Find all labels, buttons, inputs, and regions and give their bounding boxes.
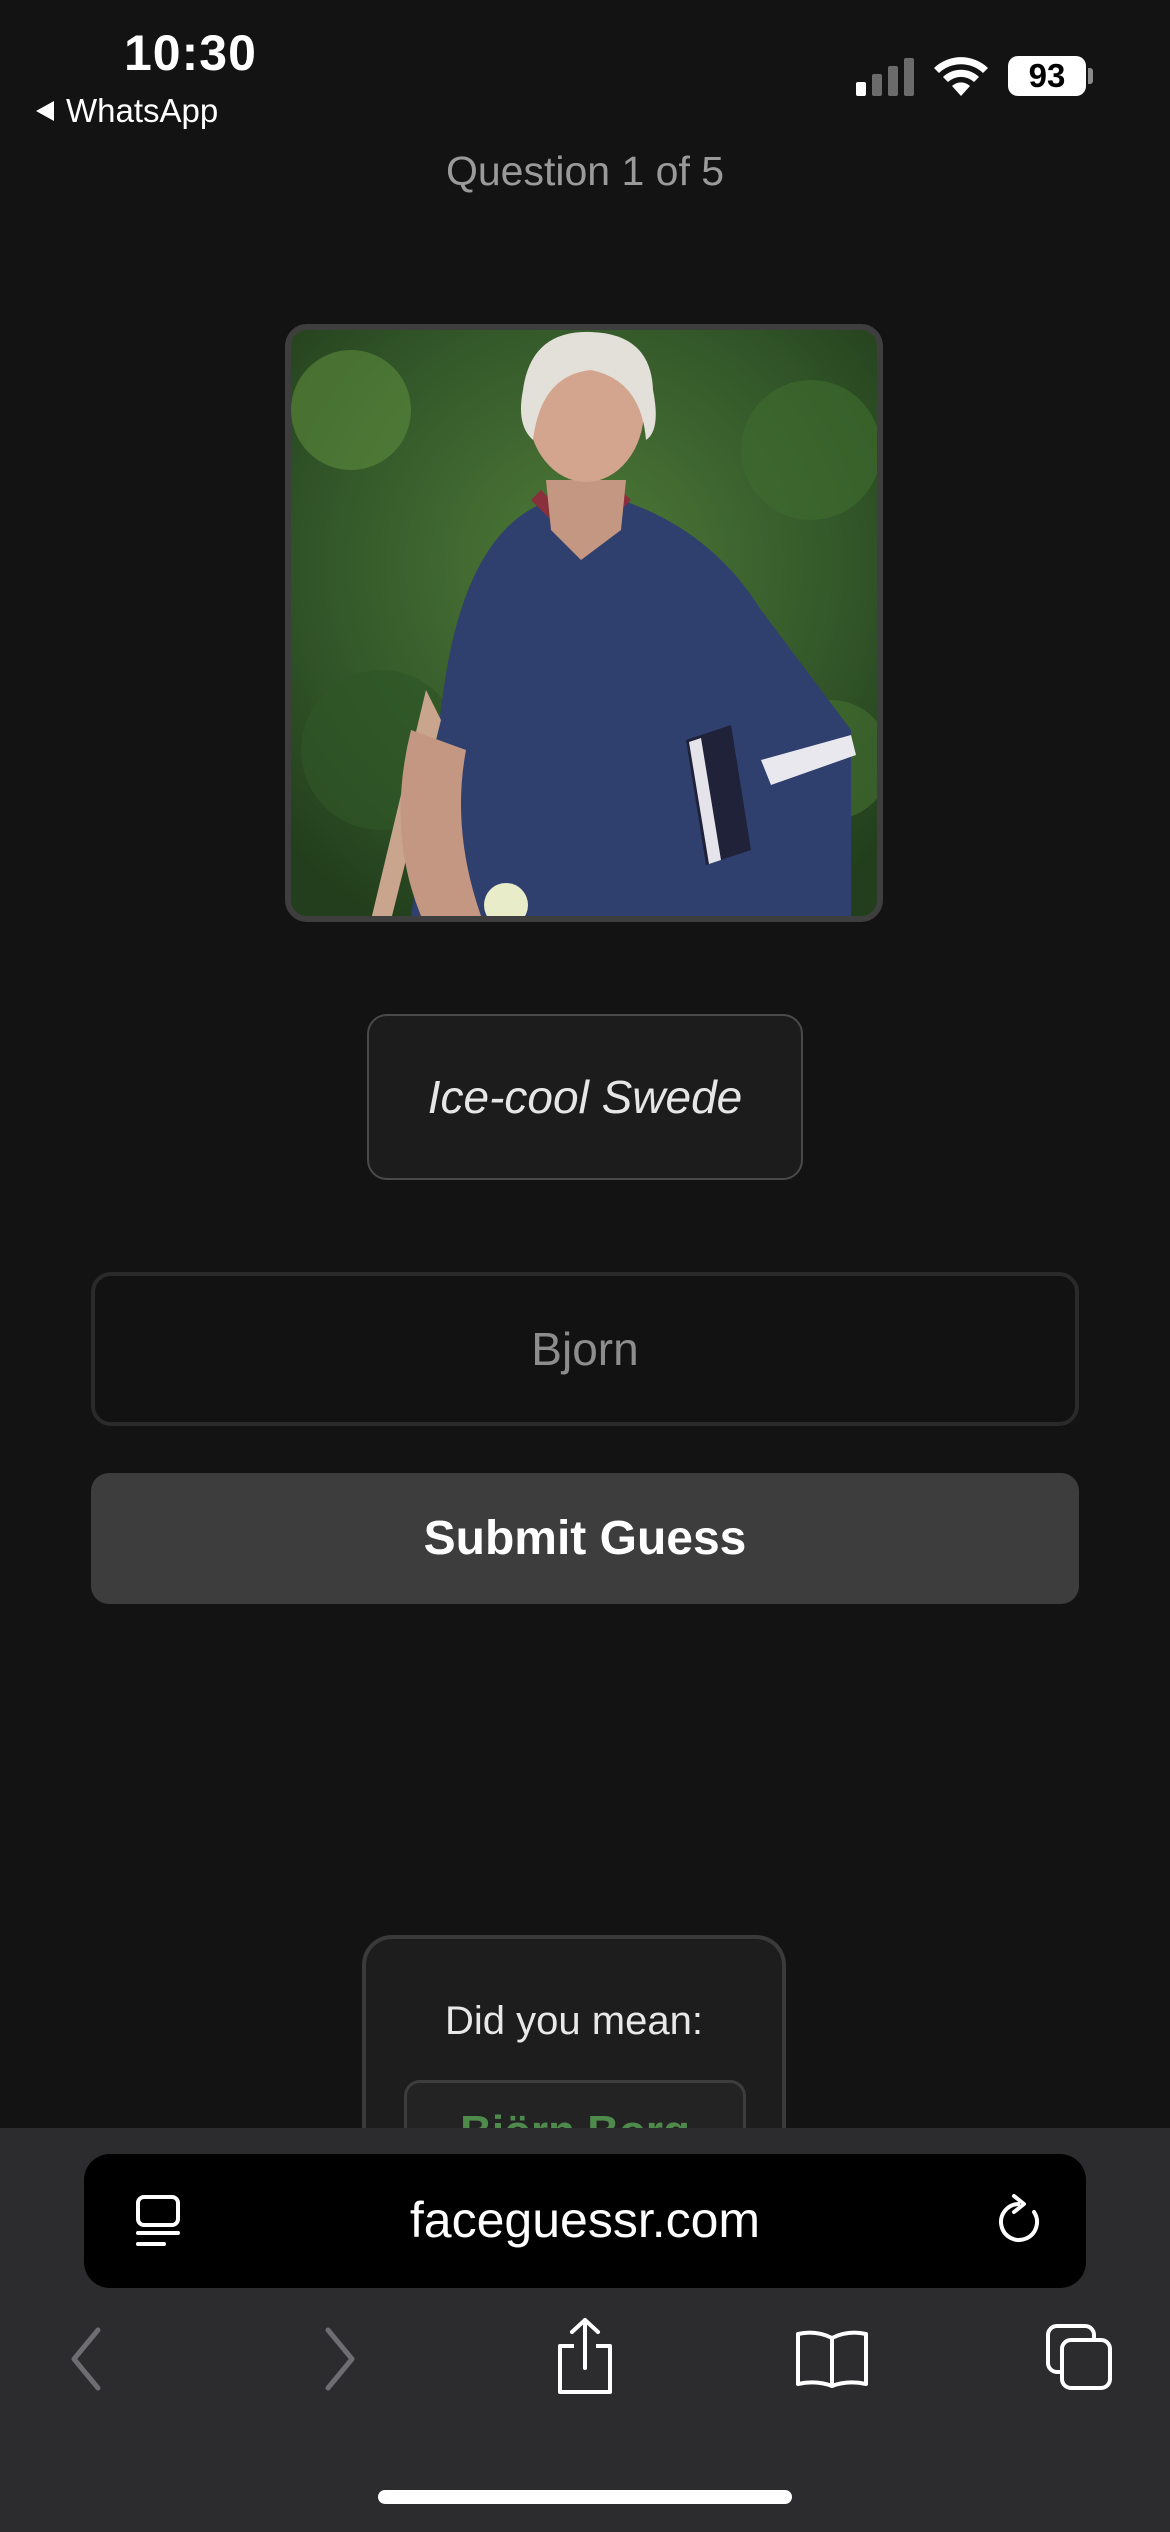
- suggestion-title: Did you mean:: [445, 1999, 703, 2043]
- submit-guess-button[interactable]: Submit Guess: [91, 1473, 1079, 1604]
- back-triangle-icon: [36, 101, 54, 121]
- cellular-signal-icon: [856, 58, 914, 96]
- bookmarks-icon[interactable]: [794, 2328, 870, 2390]
- hint-card: Ice-cool Swede: [367, 1014, 803, 1180]
- tab-overview-icon[interactable]: [134, 2194, 184, 2250]
- player-photo: [285, 324, 883, 922]
- back-arrow-icon[interactable]: [66, 2324, 106, 2394]
- forward-arrow-icon[interactable]: [320, 2324, 360, 2394]
- back-app-label: WhatsApp: [66, 92, 219, 129]
- battery-icon: 93: [1008, 56, 1086, 96]
- battery-level: 93: [1028, 57, 1066, 94]
- home-indicator: [378, 2490, 792, 2504]
- status-time: 10:30: [124, 25, 257, 81]
- guess-input[interactable]: [91, 1272, 1079, 1426]
- hint-text: Ice-cool Swede: [427, 1071, 743, 1123]
- back-to-app-link[interactable]: WhatsApp: [36, 92, 218, 130]
- tabs-icon[interactable]: [1044, 2322, 1114, 2392]
- battery-tip: [1088, 68, 1093, 84]
- reload-icon[interactable]: [994, 2192, 1046, 2248]
- wifi-icon: [934, 57, 988, 96]
- address-bar[interactable]: [84, 2154, 1086, 2288]
- share-icon[interactable]: [552, 2316, 618, 2396]
- question-progress: Question 1 of 5: [445, 148, 725, 194]
